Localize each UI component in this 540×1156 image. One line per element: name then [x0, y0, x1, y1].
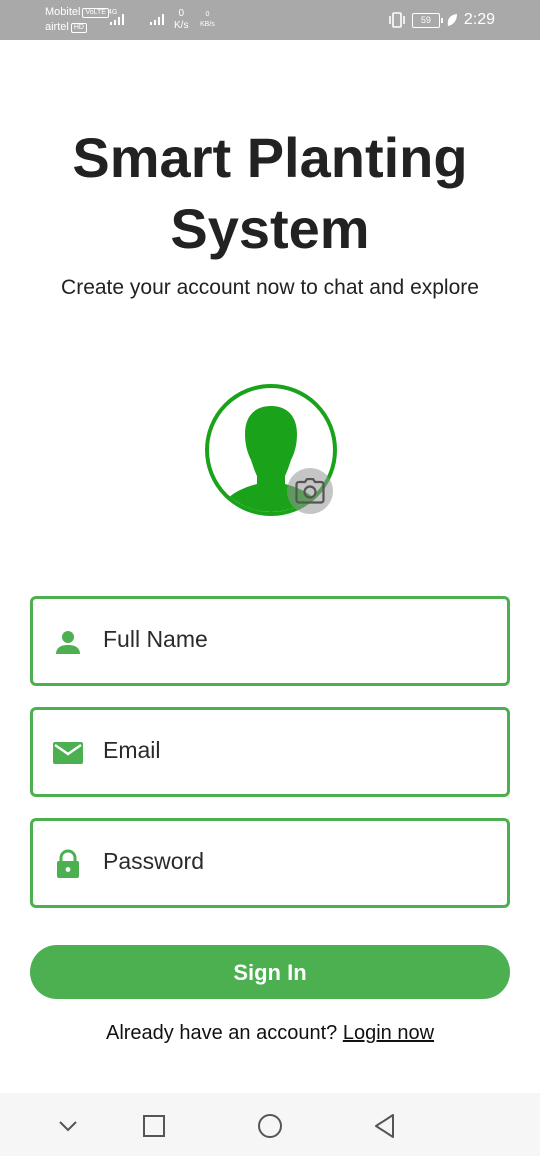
password-placeholder: Password: [103, 848, 204, 874]
speed-value: 0: [205, 11, 210, 18]
full-name-field[interactable]: Full Name: [30, 596, 510, 686]
vibrate-icon: [389, 12, 405, 28]
clock: 2:29: [463, 11, 495, 28]
page-title: Smart Planting System: [0, 122, 540, 264]
person-icon: [56, 631, 80, 654]
signal-icon: [150, 14, 164, 25]
chevron-down-icon[interactable]: [53, 1111, 83, 1141]
login-prompt-text: Already have an account?: [105, 1022, 338, 1044]
mail-icon: [53, 742, 83, 764]
system-nav-bar: [0, 1093, 540, 1156]
hd-badge: HD: [70, 23, 87, 33]
change-photo-button[interactable]: [287, 468, 333, 514]
email-placeholder: Email: [103, 737, 161, 763]
page-subtitle: Create your account now to chat and expl…: [61, 276, 479, 299]
login-now-link[interactable]: Login now: [343, 1022, 434, 1044]
status-right: 59 2:29: [388, 10, 495, 30]
speed-unit: KB/s: [200, 21, 215, 28]
full-name-placeholder: Full Name: [103, 626, 208, 652]
network-speed: 0 KB/s: [200, 10, 215, 30]
sign-in-button[interactable]: Sign In: [30, 945, 510, 999]
status-bar: Mobitel VoLTE airtel HD 4G 0 K/s 0 KB/s 59…: [0, 0, 540, 40]
volte-badge: VoLTE: [82, 8, 109, 18]
speed-value: 0: [178, 8, 184, 19]
lock-icon: [57, 849, 79, 878]
battery-level: 59: [411, 12, 443, 28]
title-line-2: System: [170, 197, 370, 260]
signal-icon: [110, 14, 124, 25]
back-triangle-icon[interactable]: [370, 1111, 400, 1141]
login-prompt: Already have an account? Login now: [0, 1022, 540, 1045]
camera-icon: [295, 478, 325, 504]
home-circle-icon[interactable]: [255, 1111, 285, 1141]
leaf-icon: [447, 14, 457, 26]
password-field[interactable]: Password: [30, 818, 510, 908]
carrier2-name: airtel: [45, 21, 69, 33]
recent-apps-square-icon[interactable]: [139, 1111, 169, 1141]
speed-unit: K/s: [174, 20, 189, 31]
carrier1-name: Mobitel: [45, 6, 81, 18]
title-line-1: Smart Planting: [72, 126, 468, 189]
email-field[interactable]: Email: [30, 707, 510, 797]
carrier-info: Mobitel VoLTE airtel HD: [45, 5, 109, 35]
network-speed: 0 K/s: [174, 8, 188, 32]
